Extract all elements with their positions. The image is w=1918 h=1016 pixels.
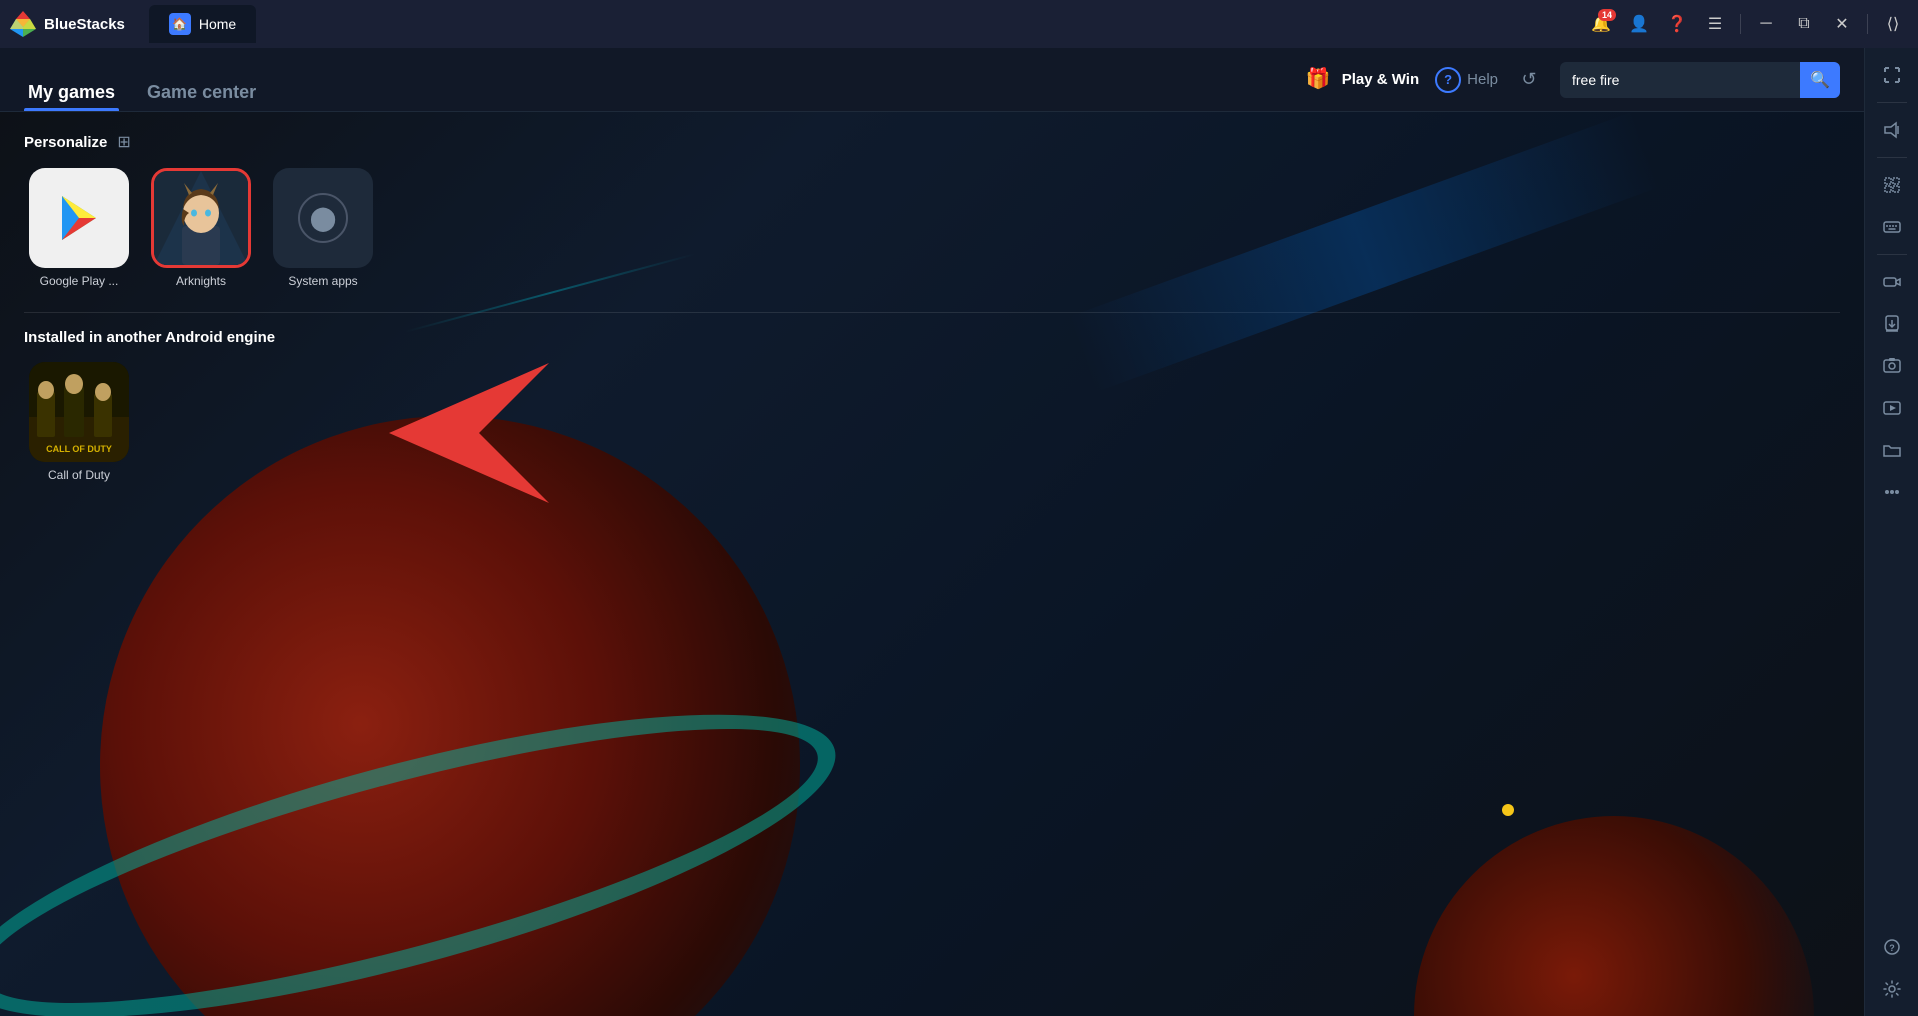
folder-sidebar-button[interactable]: [1873, 431, 1911, 469]
play-win-label: Play & Win: [1342, 71, 1419, 88]
keyboard-sidebar-button[interactable]: [1873, 208, 1911, 246]
sidebar-sep-2: [1877, 157, 1907, 158]
section-divider: [24, 312, 1840, 313]
tab-my-games[interactable]: My games: [24, 48, 119, 111]
account-button[interactable]: 👤: [1622, 7, 1656, 41]
more-sidebar-button[interactable]: [1873, 473, 1911, 511]
camera-icon: [1883, 273, 1901, 291]
help-sidebar-button[interactable]: ?: [1873, 928, 1911, 966]
game-item-google-play[interactable]: Google Play ...: [24, 168, 134, 288]
bg-planet-secondary: [1414, 816, 1814, 1016]
titlebar-separator: [1740, 14, 1741, 34]
other-games-grid: CALL OF DUTY Call of Duty: [24, 362, 1840, 482]
game-item-system-apps[interactable]: ⬤ System apps: [268, 168, 378, 288]
titlebar: BlueStacks 🏠 Home 🔔 14 👤 ❓ ☰ ─ ⧉ ✕ ⟨⟩: [0, 0, 1918, 48]
video-icon: [1883, 399, 1901, 417]
topbar-actions: 🎁 Play & Win ? Help ↺ 🔍: [1306, 62, 1840, 98]
help-info-button[interactable]: ? Help: [1435, 67, 1498, 93]
game-label-google-play: Google Play ...: [40, 274, 119, 288]
app-logo[interactable]: BlueStacks: [8, 9, 125, 39]
more-dots-icon: [1883, 483, 1901, 501]
content-area: My games Game center 🎁 Play & Win ? Help…: [0, 48, 1864, 1016]
help-button[interactable]: ❓: [1660, 7, 1694, 41]
main-layout: My games Game center 🎁 Play & Win ? Help…: [0, 48, 1918, 1016]
topbar-tabs: My games Game center: [24, 48, 284, 111]
personalize-label: Personalize: [24, 134, 107, 151]
search-button[interactable]: 🔍: [1800, 62, 1840, 98]
gear-icon: [1883, 980, 1901, 998]
expand-titlebar-button[interactable]: ⟨⟩: [1876, 7, 1910, 41]
help-circle-sidebar-icon: ?: [1883, 938, 1901, 956]
keyboard-icon: [1883, 218, 1901, 236]
volume-sidebar-button[interactable]: [1873, 111, 1911, 149]
home-tab[interactable]: 🏠 Home: [149, 5, 256, 43]
right-sidebar: ?: [1864, 48, 1918, 1016]
home-tab-label: Home: [199, 16, 236, 32]
other-android-section-header: Installed in another Android engine: [24, 329, 1840, 346]
folder-icon: [1883, 441, 1901, 459]
select-icon: [1883, 176, 1901, 194]
personalize-icon[interactable]: ⊞: [117, 132, 130, 152]
google-play-icon: [52, 191, 106, 245]
svg-text:CALL OF DUTY: CALL OF DUTY: [46, 444, 112, 454]
svg-text:?: ?: [1889, 943, 1895, 953]
notification-badge: 14: [1598, 9, 1616, 21]
select-sidebar-button[interactable]: [1873, 166, 1911, 204]
game-label-call-of-duty: Call of Duty: [48, 468, 110, 482]
tab-game-center[interactable]: Game center: [143, 48, 260, 111]
titlebar-controls: 🔔 14 👤 ❓ ☰ ─ ⧉ ✕ ⟨⟩: [1584, 7, 1910, 41]
game-icon-call-of-duty: CALL OF DUTY: [29, 362, 129, 462]
home-icon: 🏠: [169, 13, 191, 35]
sidebar-sep-3: [1877, 254, 1907, 255]
close-button[interactable]: ✕: [1825, 7, 1859, 41]
game-icon-arknights: [151, 168, 251, 268]
arknights-character-svg: [154, 171, 248, 265]
game-item-call-of-duty[interactable]: CALL OF DUTY Call of Duty: [24, 362, 134, 482]
gift-icon: 🎁: [1306, 66, 1334, 94]
video-sidebar-button[interactable]: [1873, 389, 1911, 427]
games-section: Google Play ...: [24, 168, 378, 296]
bg-blue-stripe: [1068, 112, 1659, 392]
play-win-button[interactable]: 🎁 Play & Win: [1306, 66, 1419, 94]
personalize-section-header: Personalize ⊞: [24, 132, 1840, 152]
screenshot-sidebar-button[interactable]: [1873, 347, 1911, 385]
expand-sidebar-button[interactable]: [1873, 56, 1911, 94]
refresh-button[interactable]: ↺: [1514, 65, 1544, 95]
apk-icon: [1883, 315, 1901, 333]
page-content: Personalize ⊞: [0, 112, 1864, 1016]
menu-button[interactable]: ☰: [1698, 7, 1732, 41]
camera-sidebar-button[interactable]: [1873, 263, 1911, 301]
titlebar-separator2: [1867, 14, 1868, 34]
game-label-arknights: Arknights: [176, 274, 226, 288]
other-android-label: Installed in another Android engine: [24, 329, 275, 346]
game-item-arknights[interactable]: Arknights: [146, 168, 256, 288]
notification-button[interactable]: 🔔 14: [1584, 7, 1618, 41]
help-circle-icon: ?: [1435, 67, 1461, 93]
apk-sidebar-button[interactable]: [1873, 305, 1911, 343]
app-brand-label: BlueStacks: [44, 16, 125, 33]
help-label: Help: [1467, 71, 1498, 88]
bg-yellow-dot: [1502, 804, 1514, 816]
volume-icon: [1883, 121, 1901, 139]
game-icon-google-play: [29, 168, 129, 268]
topbar: My games Game center 🎁 Play & Win ? Help…: [0, 48, 1864, 112]
search-input[interactable]: [1560, 72, 1800, 88]
search-box: 🔍: [1560, 62, 1840, 98]
system-apps-circle-icon: ⬤: [298, 193, 348, 243]
restore-button[interactable]: ⧉: [1787, 7, 1821, 41]
bluestacks-logo-icon: [8, 9, 38, 39]
games-grid: Google Play ...: [24, 168, 378, 288]
game-label-system-apps: System apps: [288, 274, 357, 288]
settings-sidebar-button[interactable]: [1873, 970, 1911, 1008]
call-of-duty-icon-svg: CALL OF DUTY: [29, 362, 129, 462]
expand-arrows-icon: [1883, 66, 1901, 84]
screenshot-icon: [1883, 357, 1901, 375]
bg-line1: [405, 253, 695, 333]
bg-planet-ring: [0, 653, 861, 1016]
game-icon-system-apps: ⬤: [273, 168, 373, 268]
sidebar-sep-1: [1877, 102, 1907, 103]
minimize-button[interactable]: ─: [1749, 7, 1783, 41]
